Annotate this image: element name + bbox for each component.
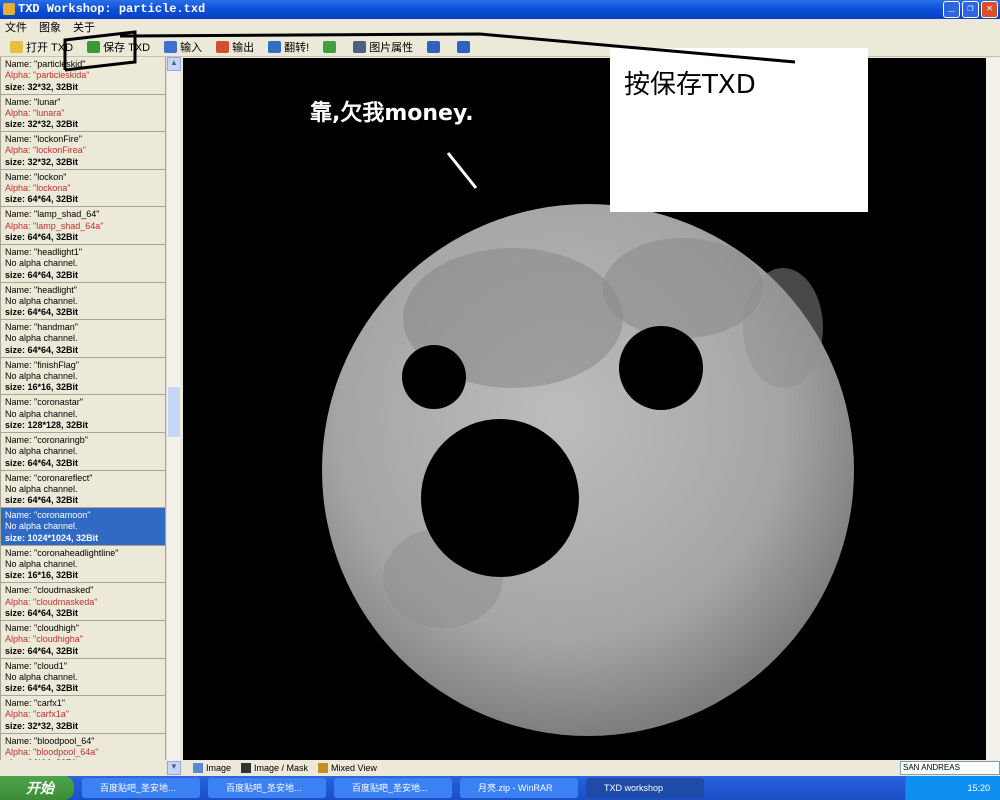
texture-item[interactable]: Name: "cloud1" No alpha channel. size: 64*… (0, 658, 166, 697)
texture-alpha: No alpha channel. (5, 483, 78, 494)
texture-name: Name: "handman" (5, 322, 78, 333)
texture-name: Name: "carfx1" (5, 698, 65, 709)
texture-name: Name: "lunar" (5, 96, 61, 107)
texture-name: Name: "cloud1" (5, 660, 67, 671)
right-eye (619, 326, 703, 410)
tab-mixed-view[interactable]: Mixed View (318, 763, 377, 774)
texture-size: size: 64*64, 32Bit (5, 607, 79, 618)
texture-alpha: No alpha channel. (5, 446, 78, 457)
texture-item[interactable]: Name: "lockonFire" Alpha: "lockonFirea" si… (0, 132, 166, 170)
texture-size: size: 64*64, 32Bit (5, 269, 79, 280)
texture-size: size: 64*64, 32Bit (5, 683, 79, 694)
texture-item[interactable]: Name: "bloodpool_64" Alpha: "bloodpool_64… (0, 733, 166, 760)
texture-alpha: No alpha channel. (5, 408, 78, 419)
texture-list[interactable]: Name: "particleskid" Alpha: "particleskid… (0, 57, 166, 760)
texture-alpha: No alpha channel. (5, 559, 78, 570)
texture-item[interactable]: Name: "coronamoon" No alpha channel. size:… (0, 508, 166, 546)
taskbar-item[interactable]: 百度贴吧_圣安地... (334, 778, 452, 798)
taskbar-item[interactable]: 百度贴吧_圣安地... (208, 778, 326, 798)
texture-alpha: Alpha: "cloudmaskeda" (5, 596, 98, 607)
texture-size: size: 64*64, 32Bit (5, 457, 79, 468)
texture-size: size: 32*32, 32Bit (5, 119, 79, 130)
texture-alpha: Alpha: "lamp_shad_64a" (5, 220, 104, 231)
texture-size: size: 64*64, 32Bit (5, 194, 79, 205)
game-select[interactable]: SAN ANDREAS (900, 761, 1000, 775)
texture-alpha: Alpha: "cloudhigha" (5, 634, 83, 645)
texture-item[interactable]: Name: "cloudhigh" Alpha: "cloudhigha" size… (0, 620, 166, 659)
texture-alpha: No alpha channel. (5, 258, 78, 269)
clock: 15:20 (967, 783, 990, 793)
scroll-thumb[interactable] (168, 387, 180, 437)
texture-alpha: Alpha: "lockonFirea" (5, 145, 86, 156)
texture-size: size: 16*16, 32Bit (5, 570, 79, 581)
texture-item[interactable]: Name: "finishFlag" No alpha channel. size:… (0, 357, 166, 396)
texture-size: size: 32*32, 32Bit (5, 720, 79, 731)
texture-size: size: 64*64, 32Bit (5, 495, 79, 506)
texture-name: Name: "headlight1" (5, 246, 82, 257)
left-eye (402, 345, 466, 409)
texture-size: size: 64*64, 32Bit (5, 307, 79, 318)
texture-name: Name: "headlight" (5, 284, 77, 295)
taskbar-item[interactable]: TXD workshop (586, 778, 704, 798)
texture-name: Name: "coronaheadlightline" (5, 547, 119, 558)
texture-item[interactable]: Name: "lamp_shad_64" Alpha: "lamp_shad_64… (0, 207, 166, 245)
texture-alpha: Alpha: "carfx1a" (5, 709, 69, 720)
texture-size: size: 1024*1024, 32Bit (5, 532, 99, 543)
scroll-down-button[interactable]: ▼ (167, 761, 181, 775)
texture-item[interactable]: Name: "handman" No alpha channel. size: 64… (0, 320, 166, 358)
texture-size: size: 32*32, 32Bit (5, 81, 79, 92)
preview-scrollbar[interactable] (986, 58, 1000, 760)
texture-name: Name: "coronastar" (5, 397, 83, 408)
texture-size: size: 64*64, 32Bit (5, 231, 79, 242)
texture-name: Name: "finishFlag" (5, 359, 79, 370)
marker-strokes (63, 30, 796, 72)
texture-item[interactable]: Name: "coronareflect" No alpha channel. si… (0, 470, 166, 509)
texture-item[interactable]: Name: "carfx1" Alpha: "carfx1a" size: 32*3… (0, 696, 166, 734)
system-tray: 15:20 (905, 776, 1000, 800)
texture-name: Name: "lockon" (5, 171, 67, 182)
texture-size: size: 64*64, 32Bit (5, 344, 79, 355)
texture-alpha: No alpha channel. (5, 371, 78, 382)
texture-name: Name: "coronamoon" (5, 510, 91, 521)
texture-item[interactable]: Name: "headlight" No alpha channel. size: … (0, 282, 166, 321)
taskbar: 开始 百度贴吧_圣安地... 百度贴吧_圣安地... 百度贴吧_圣安地... 月亮.z… (0, 776, 1000, 800)
taskbar-item[interactable]: 月亮.zip - WinRAR (460, 778, 578, 798)
texture-alpha: No alpha channel. (5, 671, 78, 682)
start-button[interactable]: 开始 (0, 776, 74, 800)
texture-size: size: 16*16, 32Bit (5, 382, 79, 393)
texture-alpha: Alpha: "lunara" (5, 107, 65, 118)
texture-alpha: Alpha: "bloodpool_64a" (5, 746, 99, 757)
texture-item[interactable]: Name: "lockon" Alpha: "lockona" size: 64*6… (0, 169, 166, 208)
texture-item[interactable]: Name: "lunar" Alpha: "lunara" size: 32*32,… (0, 94, 166, 133)
tab-image-mask[interactable]: Image / Mask (241, 763, 308, 774)
texture-name: Name: "cloudmasked" (5, 585, 94, 596)
texture-alpha: No alpha channel. (5, 333, 78, 344)
texture-name: Name: "lockonFire" (5, 134, 82, 145)
texture-name: Name: "cloudhigh" (5, 622, 79, 633)
speech-annotation: 靠,欠我money. (310, 101, 474, 126)
texture-item[interactable]: Name: "coronaheadlightline" No alpha chan… (0, 545, 166, 584)
texture-size: size: 64*64, 32Bit (5, 758, 161, 760)
texture-item[interactable]: Name: "coronastar" No alpha channel. size:… (0, 395, 166, 433)
texture-item[interactable]: Name: "coronaringb" No alpha channel. size… (0, 432, 166, 471)
texture-size: size: 64*64, 32Bit (5, 645, 79, 656)
taskbar-item[interactable]: 百度贴吧_圣安地... (82, 778, 200, 798)
tab-image[interactable]: Image (193, 763, 231, 774)
texture-name: Name: "lamp_shad_64" (5, 209, 100, 220)
mouth (421, 419, 579, 577)
texture-alpha: Alpha: "lockona" (5, 183, 71, 194)
texture-name: Name: "coronaringb" (5, 434, 88, 445)
texture-alpha: No alpha channel. (5, 295, 78, 306)
view-tabs: Image Image / Mask Mixed View (183, 760, 377, 776)
texture-size: size: 128*128, 32Bit (5, 419, 89, 430)
texture-name: Name: "coronareflect" (5, 472, 93, 483)
texture-name: Name: "bloodpool_64" (5, 735, 95, 746)
list-scrollbar[interactable]: ▲ ▼ (166, 57, 181, 775)
texture-alpha: No alpha channel. (5, 521, 78, 532)
texture-item[interactable]: Name: "headlight1" No alpha channel. size:… (0, 244, 166, 283)
texture-item[interactable]: Name: "cloudmasked" Alpha: "cloudmaskeda"… (0, 583, 166, 621)
texture-size: size: 32*32, 32Bit (5, 156, 79, 167)
